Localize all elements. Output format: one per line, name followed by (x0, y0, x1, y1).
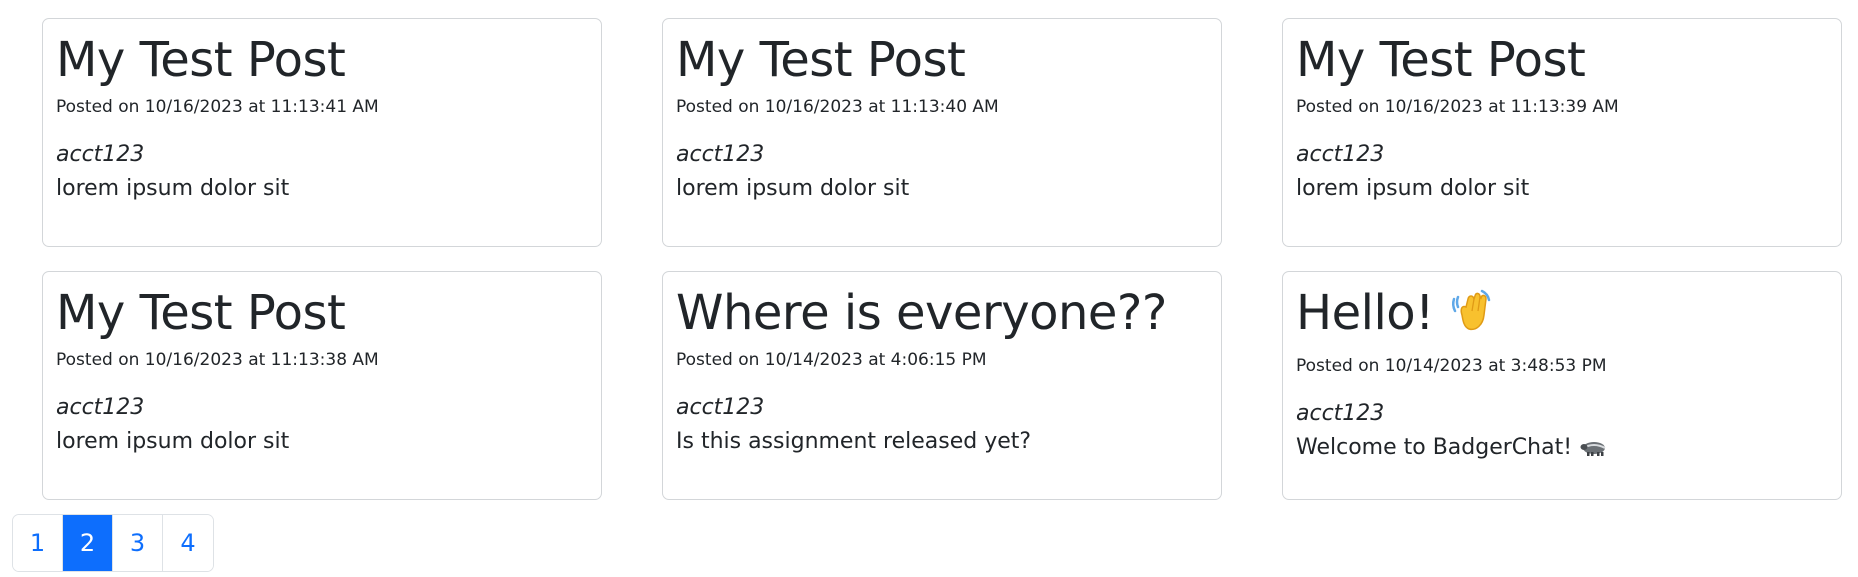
post-card: My Test Post Posted on 10/16/2023 at 11:… (1282, 18, 1842, 247)
page-button-2[interactable]: 2 (63, 515, 113, 571)
post-author: acct123 (56, 395, 145, 420)
post-title: Where is everyone?? (676, 285, 1167, 341)
posts-grid: My Test Post Posted on 10/16/2023 at 11:… (42, 18, 1842, 500)
post-author: acct123 (56, 142, 145, 167)
post-date: Posted on 10/16/2023 at 11:13:38 AM (56, 350, 379, 370)
post-card: My Test Post Posted on 10/16/2023 at 11:… (42, 271, 602, 500)
post-body: lorem ipsum dolor sit (56, 176, 290, 201)
post-title: My Test Post (1296, 32, 1586, 88)
page-button-4[interactable]: 4 (163, 515, 213, 571)
post-card: My Test Post Posted on 10/16/2023 at 11:… (42, 18, 602, 247)
post-date: Posted on 10/14/2023 at 4:06:15 PM (676, 350, 987, 370)
badger-icon (1580, 436, 1608, 466)
pagination: 1 2 3 4 (12, 514, 214, 572)
waving-hand-icon (1448, 289, 1494, 346)
post-date: Posted on 10/16/2023 at 11:13:40 AM (676, 97, 999, 117)
post-body: Is this assignment released yet? (676, 429, 1032, 454)
post-title: Hello! (1296, 285, 1434, 341)
post-author: acct123 (676, 142, 765, 167)
post-body-row: Welcome to BadgerChat! (1296, 434, 1828, 466)
post-date: Posted on 10/14/2023 at 3:48:53 PM (1296, 356, 1607, 376)
post-body: lorem ipsum dolor sit (56, 429, 290, 454)
badgerchat-page: My Test Post Posted on 10/16/2023 at 11:… (0, 0, 1858, 577)
post-author: acct123 (1296, 401, 1385, 426)
page-button-3[interactable]: 3 (113, 515, 163, 571)
post-body: Welcome to BadgerChat! (1296, 435, 1573, 460)
post-date: Posted on 10/16/2023 at 11:13:39 AM (1296, 97, 1619, 117)
post-author: acct123 (676, 395, 765, 420)
post-title-row: Hello! (1296, 286, 1828, 346)
post-body: lorem ipsum dolor sit (1296, 176, 1530, 201)
post-date: Posted on 10/16/2023 at 11:13:41 AM (56, 97, 379, 117)
post-title: My Test Post (56, 285, 346, 341)
post-title: My Test Post (56, 32, 346, 88)
post-title: My Test Post (676, 32, 966, 88)
page-button-1[interactable]: 1 (13, 515, 63, 571)
post-card: Where is everyone?? Posted on 10/14/2023… (662, 271, 1222, 500)
post-body: lorem ipsum dolor sit (676, 176, 910, 201)
post-card: Hello! Posted on 10/14/2023 at 3:48:53 P… (1282, 271, 1842, 500)
post-author: acct123 (1296, 142, 1385, 167)
post-card: My Test Post Posted on 10/16/2023 at 11:… (662, 18, 1222, 247)
